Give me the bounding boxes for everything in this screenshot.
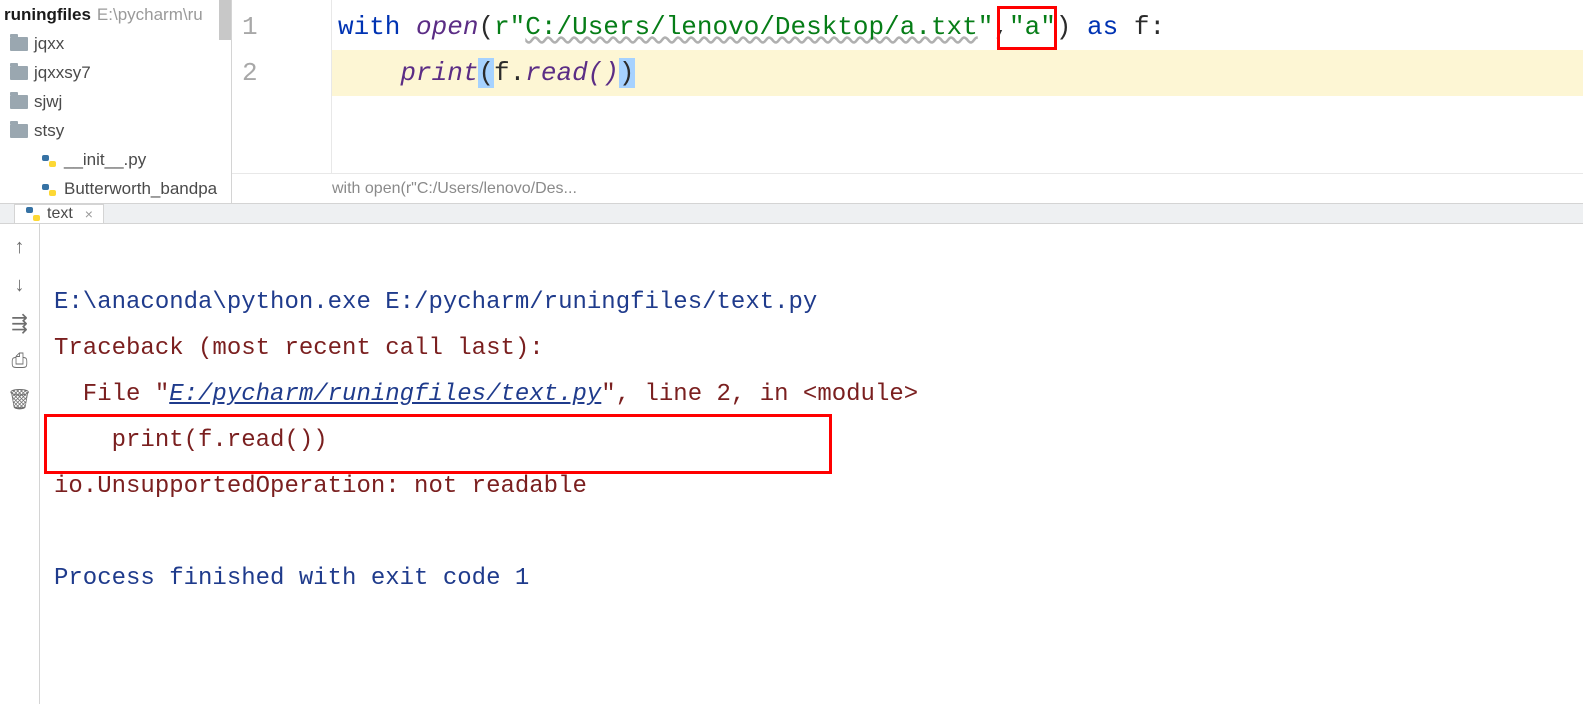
console-exit: Process finished with exit code 1 (54, 565, 529, 592)
python-file-icon (25, 206, 41, 222)
tree-item-label: stsy (34, 121, 64, 141)
console-toolbar: ↑ ↓ ⇶ ⎙ 🗑 (0, 224, 40, 704)
token: File " (54, 381, 169, 408)
run-tab-bar: text × (0, 204, 1583, 224)
token: ) (1056, 12, 1072, 42)
tree-folder[interactable]: jqxx (0, 29, 231, 58)
code-line-2[interactable]: print(f.read()) (332, 50, 1583, 96)
token: "a" (1009, 12, 1056, 42)
token (1118, 12, 1134, 42)
traceback-file-link[interactable]: E:/pycharm/runingfiles/text.py (169, 381, 601, 408)
breadcrumb[interactable]: with open(r"C:/Users/lenovo/Des... (232, 173, 1583, 203)
token (338, 58, 400, 88)
tree-folder[interactable]: stsy (0, 116, 231, 145)
tree-item-label: jqxx (34, 34, 64, 54)
token: . (510, 58, 526, 88)
console-traceback-header: Traceback (most recent call last): (54, 335, 544, 362)
console-command: E:\anaconda\python.exe E:/pycharm/runing… (54, 289, 817, 316)
token: f (494, 58, 510, 88)
token: with (338, 12, 400, 42)
token: read() (525, 58, 619, 88)
tree-item-label: sjwj (34, 92, 62, 112)
scroll-up-icon[interactable]: ↑ (9, 236, 31, 258)
token: r" (494, 12, 525, 42)
tree-scrollbar[interactable] (219, 0, 231, 40)
print-icon[interactable]: ⎙ (9, 350, 31, 372)
folder-icon (10, 66, 28, 80)
tree-item-label: __init__.py (64, 150, 146, 170)
editor-gutter: 1 2 (232, 0, 332, 173)
folder-icon (10, 37, 28, 51)
token: print (400, 58, 478, 88)
console-file-line: File "E:/pycharm/runingfiles/text.py", l… (54, 381, 918, 408)
tree-root-path: E:\pycharm\ru (97, 5, 203, 25)
tree-item-label: jqxxsy7 (34, 63, 91, 83)
token (1071, 12, 1087, 42)
token (400, 12, 416, 42)
token: ( (478, 12, 494, 42)
code-editor[interactable]: 1 2 with open(r"C:/Users/lenovo/Desktop/… (232, 0, 1583, 203)
token: ( (478, 58, 494, 88)
editor-code[interactable]: with open(r"C:/Users/lenovo/Desktop/a.tx… (332, 0, 1583, 173)
token: open (416, 12, 478, 42)
tree-root[interactable]: runingfiles E:\pycharm\ru (0, 0, 231, 29)
close-icon[interactable]: × (85, 206, 93, 222)
token: C:/Users/lenovo/Desktop/a.txt (525, 12, 977, 42)
token: f (1134, 12, 1150, 42)
token: ) (619, 58, 635, 88)
console-output[interactable]: E:\anaconda\python.exe E:/pycharm/runing… (40, 224, 1583, 704)
python-file-icon (40, 182, 58, 196)
token: " (978, 12, 994, 42)
soft-wrap-icon[interactable]: ⇶ (9, 312, 31, 334)
trash-icon[interactable]: 🗑 (9, 388, 31, 410)
console-code-line: print(f.read()) (54, 427, 328, 454)
folder-icon (10, 124, 28, 138)
token: ", line 2, in <module> (601, 381, 918, 408)
tree-folder[interactable]: jqxxsy7 (0, 58, 231, 87)
tree-file[interactable]: __init__.py (0, 145, 231, 174)
tree-folder[interactable]: sjwj (0, 87, 231, 116)
console-error: io.UnsupportedOperation: not readable (54, 473, 587, 500)
line-number: 2 (232, 50, 331, 96)
run-tab[interactable]: text × (14, 204, 104, 223)
tree-item-label: Butterworth_bandpa (64, 179, 217, 199)
run-tab-label: text (47, 205, 73, 223)
tree-root-name: runingfiles (4, 5, 91, 25)
python-file-icon (40, 153, 58, 167)
token: as (1087, 12, 1118, 42)
line-number: 1 (232, 4, 331, 50)
tree-file[interactable]: Butterworth_bandpa (0, 174, 231, 203)
folder-icon (10, 95, 28, 109)
code-line-1[interactable]: with open(r"C:/Users/lenovo/Desktop/a.tx… (332, 4, 1583, 50)
token: , (993, 12, 1009, 42)
token: : (1149, 12, 1165, 42)
scroll-down-icon[interactable]: ↓ (9, 274, 31, 296)
project-tree[interactable]: runingfiles E:\pycharm\ru jqxx jqxxsy7 s… (0, 0, 232, 203)
